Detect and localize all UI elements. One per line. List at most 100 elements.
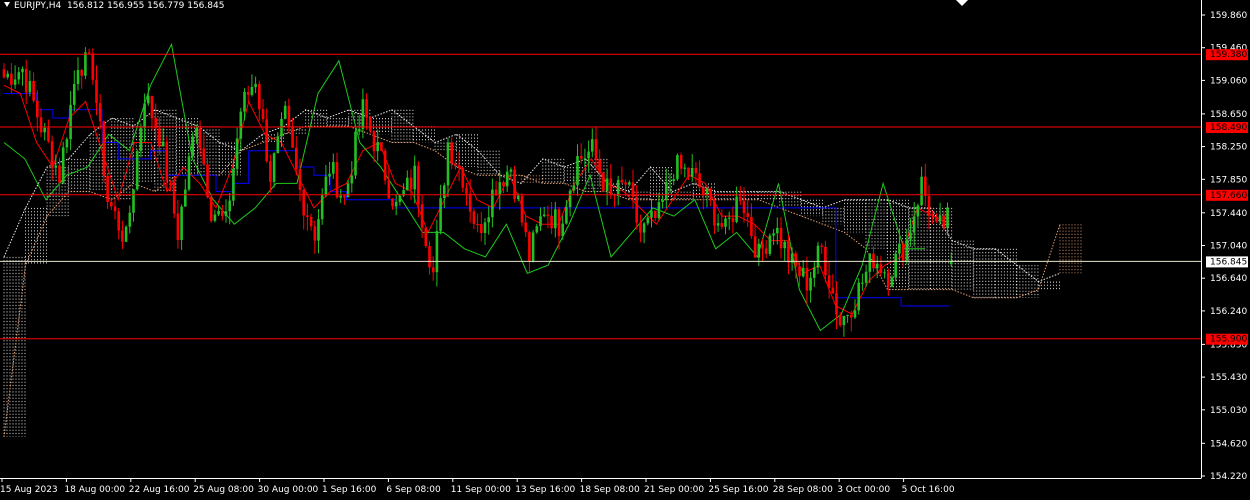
candle-body [320,194,324,220]
candle-body [576,156,579,186]
candle-body [298,169,302,190]
candle-body [161,141,165,147]
candle-body [2,69,6,78]
candle-body [150,95,154,119]
candle-body [838,314,842,326]
candle-body [831,287,835,294]
candle-body [868,253,872,272]
x-tick-label: 1 Sep 16:00 [322,485,377,495]
candle-body [909,232,912,240]
candle-body [938,215,942,222]
candle-body [561,223,564,237]
x-tick-label: 18 Aug 00:00 [64,485,125,495]
candle-body [850,314,853,318]
candle-body [676,155,679,180]
candle-body [335,162,339,198]
candle-body [912,216,916,233]
x-tick-label: 18 Sep 08:00 [580,485,640,495]
price-chart[interactable]: 159.860159.460159.060158.650158.250157.8… [0,0,1250,500]
candle-body [557,209,561,237]
candle-body [135,151,139,190]
candle-body [39,117,43,133]
candle-body [683,167,687,169]
candle-body [332,162,335,174]
candle-body [661,199,664,202]
collapse-triangle-icon[interactable] [4,2,10,7]
candle-body [820,245,823,247]
candle-body [269,161,272,182]
candle-body [753,236,757,258]
candle-body [827,275,831,288]
candle-body [650,210,653,218]
x-tick-label: 5 Oct 16:00 [902,485,955,495]
candle-body [28,81,32,93]
candle-body [639,222,642,233]
level-price-label: 159.380 [1210,50,1247,60]
candle-body [609,178,613,196]
candle-body [424,227,428,246]
candle-body [117,211,120,231]
candle-body [417,165,420,205]
candle-body [742,201,746,214]
candle-body [43,127,46,133]
candle-body [565,207,568,224]
candle-body [54,165,58,168]
candle-body [653,210,657,218]
candle-body [542,214,546,217]
candle-body [102,121,106,176]
candle-body [58,165,61,183]
candle-body [894,253,897,278]
candle-body [679,155,683,169]
candle-body [750,216,753,237]
candle-body [376,142,379,152]
chart-header: EURJPY,H4 156.812 156.955 156.779 156.84… [4,1,224,11]
candle-body [468,193,472,212]
candle-body [668,181,672,183]
candle-body [739,196,742,201]
candle-body [805,267,809,291]
candle-body [206,164,209,198]
candle-body [73,84,76,105]
x-tick-label: 25 Sep 16:00 [708,485,768,495]
candle-body [705,188,709,196]
candle-body [757,243,761,258]
candle-body [254,83,257,88]
candle-body [128,212,132,227]
candle-body [572,185,576,191]
candle-body [727,217,731,219]
candle-body [491,189,494,218]
candle-body [165,141,169,182]
y-tick-label: 159.860 [1210,11,1247,21]
level-price-label: 155.900 [1210,335,1247,345]
candle-body [361,99,365,130]
y-tick-label: 159.060 [1210,76,1247,86]
candle-body [554,209,557,229]
candle-body [439,198,442,232]
candle-body [272,153,276,182]
candle-body [528,232,531,262]
candle-body [287,105,291,127]
candle-body [276,136,280,154]
candle-body [313,226,317,241]
candle-body [931,215,934,217]
candle-body [454,163,457,166]
candle-body [550,216,553,229]
y-tick-label: 156.240 [1210,307,1247,317]
candle-body [398,195,402,202]
candle-body [32,81,35,101]
candle-body [84,52,87,76]
candle-body [435,231,439,273]
candle-body [927,195,931,216]
candle-body [761,243,764,249]
candle-body [602,172,605,191]
candle-body [87,52,91,54]
candle-body [295,147,298,170]
candle-body [391,198,394,207]
candle-body [690,168,694,177]
candle-body [380,142,383,151]
candle-body [413,165,416,190]
shift-marker-icon[interactable] [956,0,968,6]
candle-body [498,182,502,196]
candle-body [21,68,24,73]
candle-body [642,223,646,233]
